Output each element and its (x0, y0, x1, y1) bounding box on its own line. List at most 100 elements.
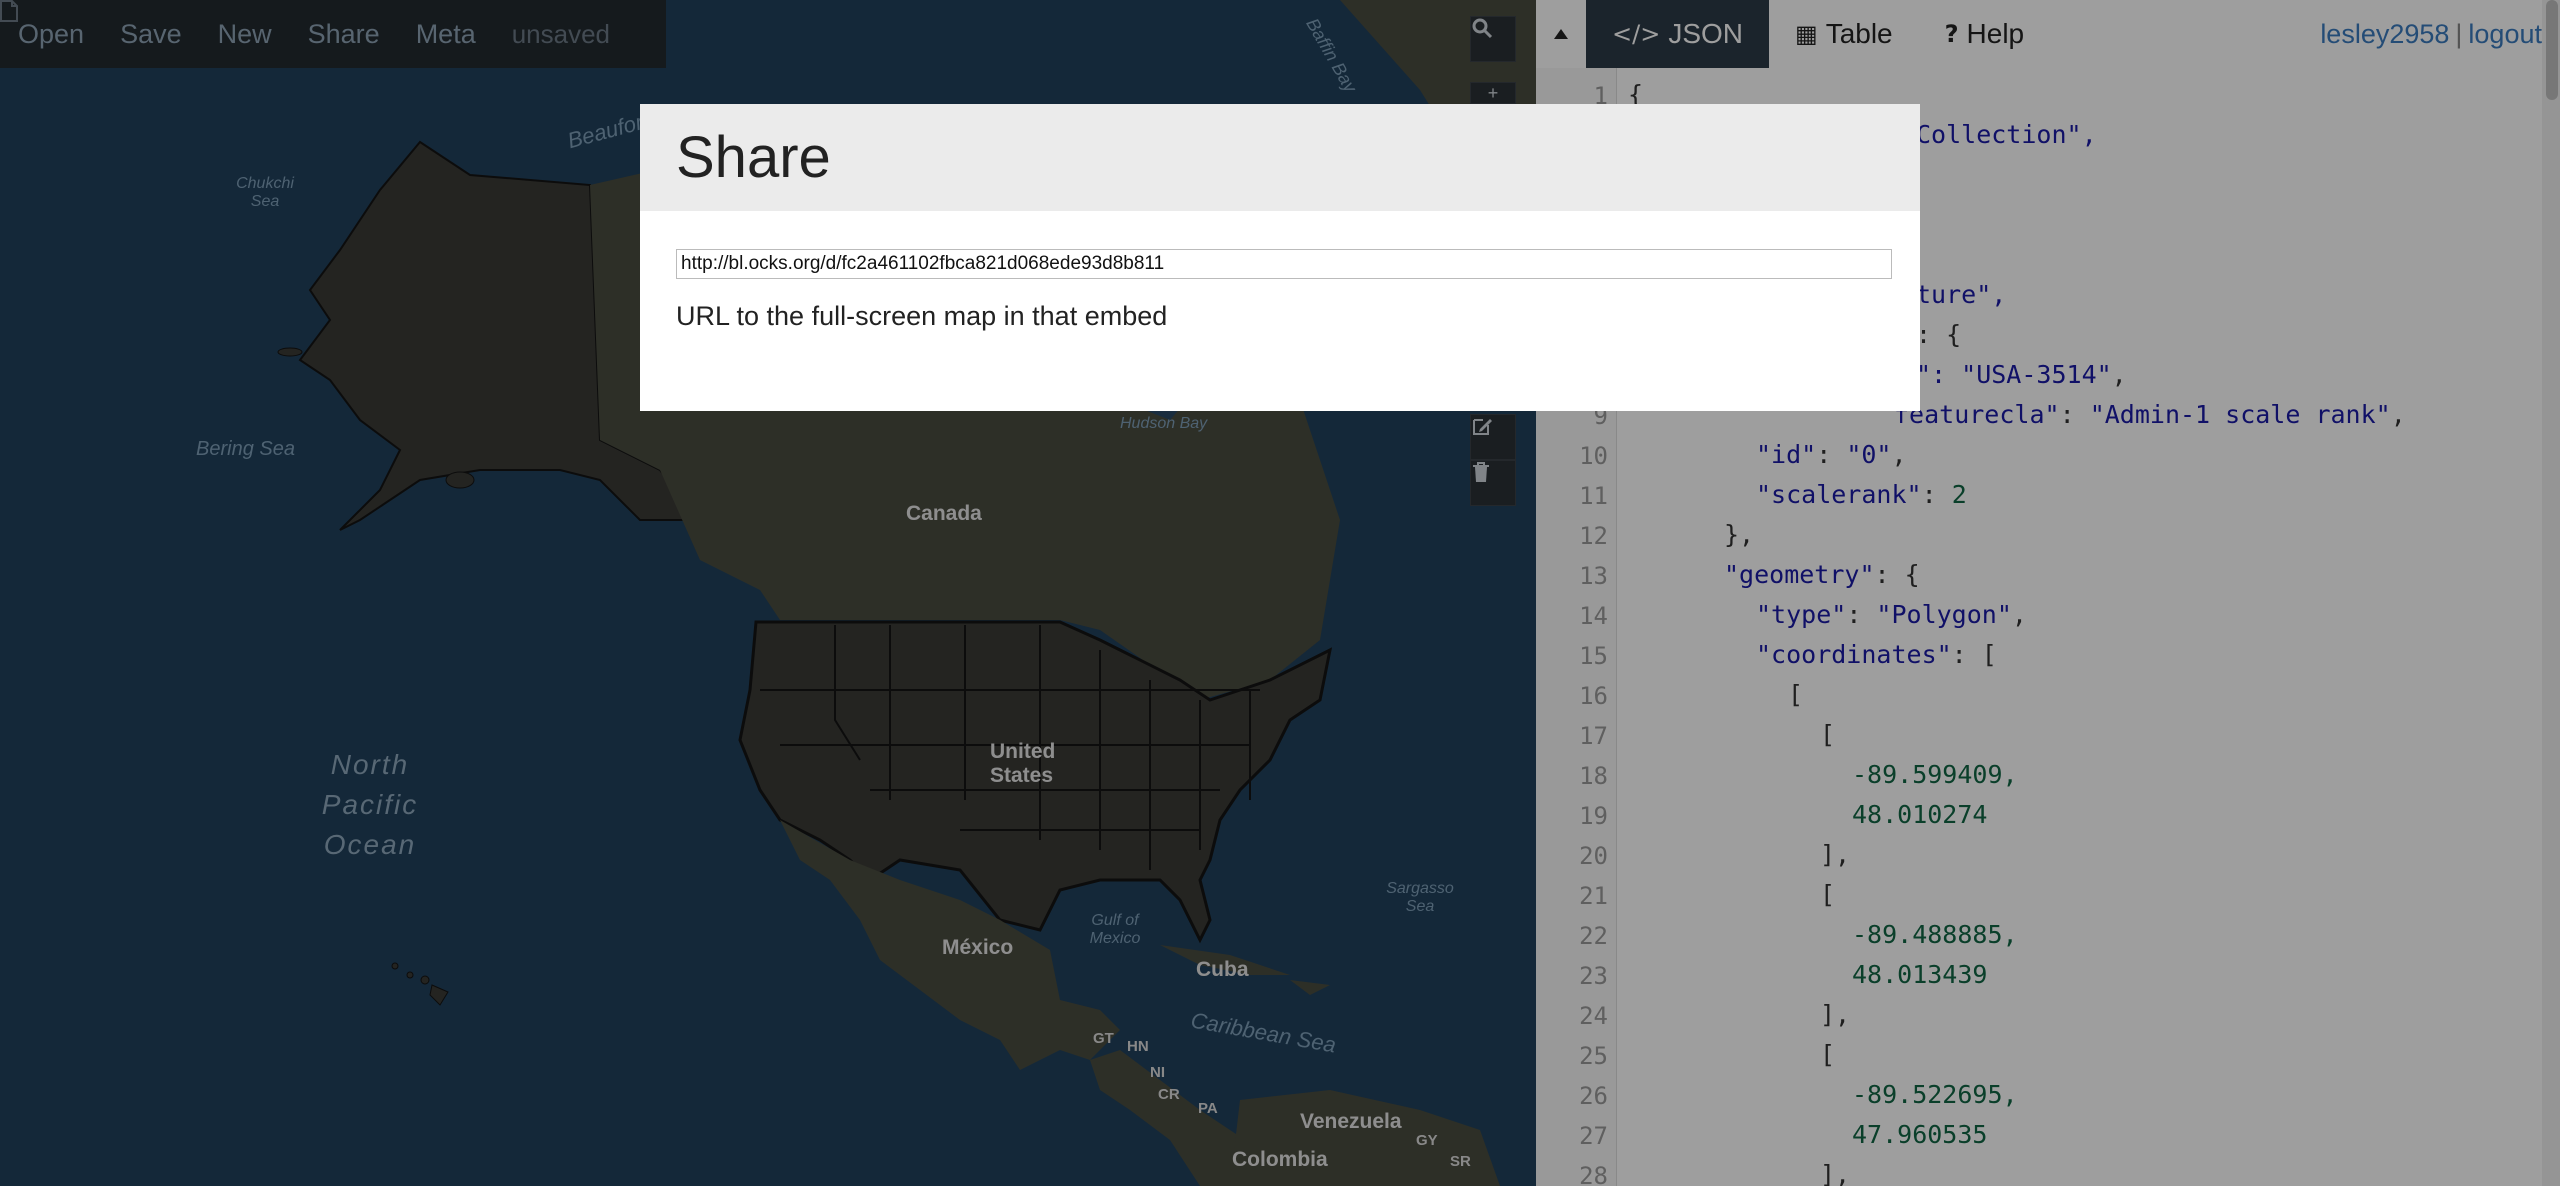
label-bering-sea: Bering Sea (196, 438, 295, 460)
table-icon: ▦ (1795, 20, 1818, 48)
line-number: 15 (1579, 642, 1608, 670)
label-sr: SR (1450, 1153, 1471, 1170)
code-line: Collection", (1916, 120, 2097, 149)
code-line: [ (1788, 680, 1804, 709)
question-icon: ? (1944, 20, 1959, 48)
tab-help[interactable]: ? Help (1919, 0, 2051, 68)
line-number: 26 (1579, 1082, 1608, 1110)
label-sargasso-sea: Sargasso Sea (1386, 880, 1454, 915)
tab-json[interactable]: </> JSON (1586, 0, 1769, 68)
code-line: -89.488885, (1852, 920, 2018, 949)
line-number: 24 (1579, 1002, 1608, 1030)
collapse-button[interactable] (1536, 0, 1586, 68)
line-number: 13 (1579, 562, 1608, 590)
label-north-pacific: North Pacific Ocean (321, 749, 419, 860)
menu-share[interactable]: Share (290, 19, 398, 50)
line-number: 28 (1579, 1162, 1608, 1186)
username-link[interactable]: lesley2958 (2320, 19, 2449, 50)
zoom-in-button[interactable]: + (1470, 82, 1516, 104)
line-number: 27 (1579, 1122, 1608, 1150)
line-number: 25 (1579, 1042, 1608, 1070)
code-line: [ (1820, 880, 1836, 909)
menu-open[interactable]: Open (0, 19, 102, 50)
mode-tabs: </> JSON ▦ Table ? Help (1586, 0, 2050, 68)
user-separator: | (2455, 18, 2463, 49)
line-number: 11 (1579, 482, 1608, 510)
code-line: [ (1820, 720, 1836, 749)
share-dialog-title: Share (676, 125, 831, 190)
label-cr: CR (1158, 1086, 1180, 1103)
code-line: "coordinates": [ (1756, 640, 1997, 669)
code-line: featurecla": "Admin-1 scale rank", (1894, 400, 2406, 429)
triangle-up-icon (1554, 29, 1568, 39)
label-gy: GY (1416, 1132, 1438, 1149)
label-hn: HN (1127, 1038, 1149, 1055)
tab-help-label: Help (1966, 18, 2025, 49)
share-url-input[interactable] (676, 249, 1892, 279)
pane-header: </> JSON ▦ Table ? Help lesley2958 | log… (1536, 0, 2560, 68)
code-line: : { (1916, 320, 1962, 349)
line-number: 10 (1579, 442, 1608, 470)
share-url-description: URL to the full-screen map in that embed (676, 301, 1168, 331)
line-number: 17 (1579, 722, 1608, 750)
label-united-states: United States (990, 740, 1056, 787)
label-colombia: Colombia (1232, 1148, 1328, 1171)
code-line: ], (1820, 1160, 1851, 1186)
share-dialog-header: Share (640, 104, 1920, 211)
code-line: "type": "Polygon", (1756, 600, 2027, 629)
label-gt: GT (1093, 1030, 1114, 1047)
code-line: ], (1820, 840, 1851, 869)
label-ni: NI (1150, 1064, 1165, 1081)
search-button[interactable] (1470, 16, 1516, 62)
menu-meta[interactable]: Meta (398, 19, 494, 50)
line-number: 22 (1579, 922, 1608, 950)
code-line: ], (1820, 1000, 1851, 1029)
line-number: 16 (1579, 682, 1608, 710)
tab-table[interactable]: ▦ Table (1769, 0, 1919, 68)
line-number: 18 (1579, 762, 1608, 790)
line-number: 20 (1579, 842, 1608, 870)
share-dialog: Share URL to the full-screen map in that… (640, 104, 1920, 411)
logout-link[interactable]: logout (2468, 19, 2542, 50)
code-line: [ (1820, 1040, 1836, 1069)
file-status: unsaved (0, 0, 628, 50)
label-venezuela: Venezuela (1300, 1110, 1402, 1133)
code-line: 48.010274 (1852, 800, 1988, 829)
editor-scrollbar[interactable] (2542, 0, 2560, 1186)
edit-layers-button[interactable] (1470, 414, 1516, 460)
label-hudson-bay: Hudson Bay (1120, 415, 1208, 432)
scrollbar-thumb[interactable] (2546, 0, 2558, 100)
code-line: "geometry": { (1724, 560, 1920, 589)
tab-json-label: JSON (1668, 18, 1743, 49)
code-line: -89.522695, (1852, 1080, 2018, 1109)
code-line: ture", (1916, 280, 2007, 309)
plus-icon: + (1487, 82, 1499, 103)
code-line: 48.013439 (1852, 960, 1988, 989)
line-number: 21 (1579, 882, 1608, 910)
file-name: unsaved (511, 18, 611, 49)
line-number: 19 (1579, 802, 1608, 830)
code-line: -89.599409, (1852, 760, 2018, 789)
label-chukchi-sea: Chukchi Sea (236, 175, 294, 210)
line-number: 14 (1579, 602, 1608, 630)
code-line: "scalerank": 2 (1756, 480, 1967, 509)
line-number: 12 (1579, 522, 1608, 550)
menu-new[interactable]: New (200, 19, 290, 50)
search-icon (1472, 18, 1493, 39)
label-pa: PA (1198, 1100, 1218, 1117)
label-cuba: Cuba (1196, 958, 1249, 981)
tab-table-label: Table (1825, 18, 1893, 49)
delete-layers-button[interactable] (1470, 460, 1516, 506)
menu-save[interactable]: Save (102, 19, 200, 50)
hawaii-islands (391, 962, 449, 1006)
code-line: }, (1724, 520, 1755, 549)
user-menu: lesley2958 | logout (2320, 0, 2542, 68)
line-number: 23 (1579, 962, 1608, 990)
code-line: ": "USA-3514", (1916, 360, 2127, 389)
map-menu-bar: Open Save New Share Meta unsaved (0, 0, 666, 68)
code-line: "id": "0", (1756, 440, 1907, 469)
label-canada: Canada (906, 502, 982, 525)
label-mexico: México (942, 936, 1014, 959)
code-icon: </> (1612, 20, 1661, 48)
label-gulf-of-mexico: Gulf of Mexico (1089, 912, 1141, 947)
